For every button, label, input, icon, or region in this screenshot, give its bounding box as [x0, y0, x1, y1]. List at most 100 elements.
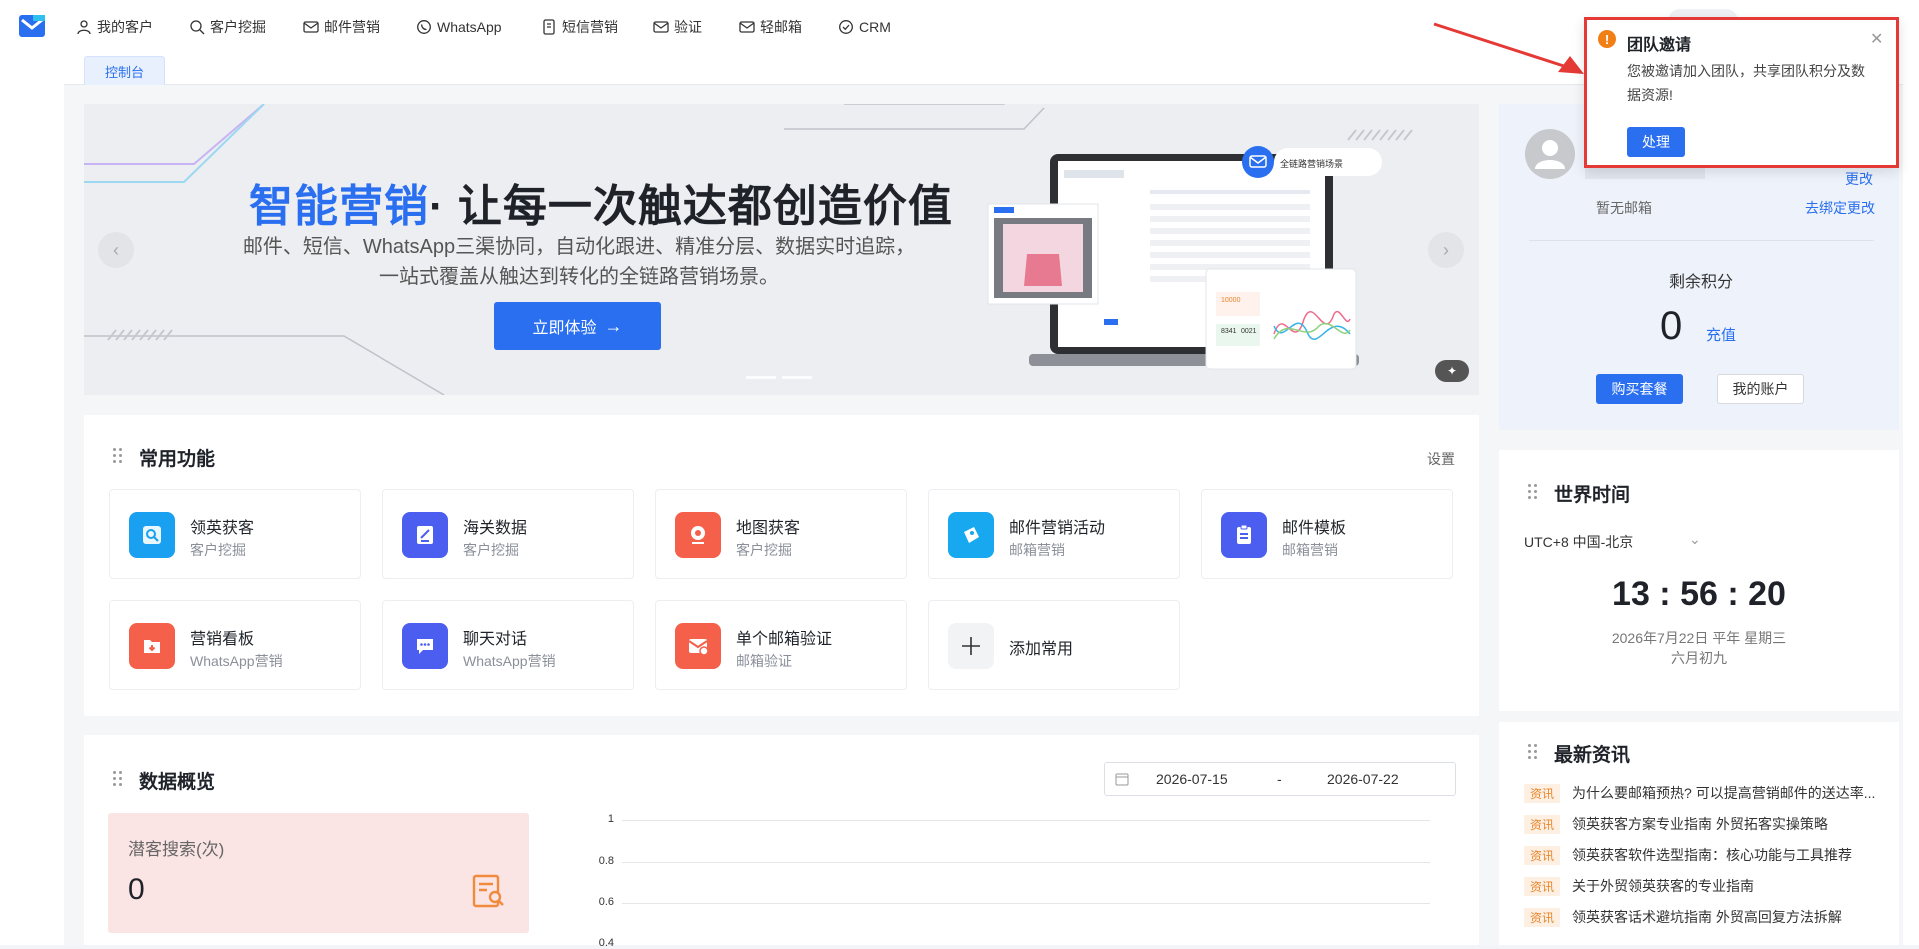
- func-category: WhatsApp营销: [190, 653, 283, 669]
- news-tag: 资讯: [1524, 783, 1561, 803]
- banner-title-rest: · 让每一次触达都创造价值: [429, 182, 953, 231]
- date-range-picker[interactable]: 2026-07-15 - 2026-07-22: [1104, 762, 1456, 796]
- chevron-down-icon: ⌄: [1689, 531, 1701, 547]
- func-category: 客户挖掘: [736, 542, 792, 558]
- nav-email-marketing[interactable]: 邮件营销: [303, 17, 380, 37]
- annotation-arrow-icon: [1433, 22, 1584, 74]
- func-name: 领英获客: [190, 520, 255, 537]
- nav-light-mail[interactable]: 轻邮箱: [739, 17, 802, 37]
- illustration-stat-c: 0021: [1241, 328, 1257, 335]
- func-tile-mail-template[interactable]: 邮件模板 邮箱营销: [1201, 489, 1453, 579]
- chart-gridline: [622, 820, 1430, 821]
- news-title: 最新资讯: [1554, 745, 1631, 766]
- try-now-button[interactable]: 立即体验 →: [494, 302, 661, 350]
- date-end[interactable]: 2026-07-22: [1327, 771, 1399, 787]
- arrow-right-icon: →: [604, 315, 623, 336]
- user-avatar-icon: [1535, 140, 1565, 169]
- timezone-select[interactable]: UTC+8 中国-北京 ⌄: [1524, 531, 1701, 552]
- nav-label: 验证: [674, 19, 702, 35]
- chart-tick-label: 0.8: [598, 855, 614, 867]
- nav-label: WhatsApp: [437, 19, 502, 35]
- world-time-title: 世界时间: [1554, 485, 1631, 506]
- drag-handle-icon[interactable]: [113, 771, 123, 787]
- news-headline: 关于外贸领英获客的专业指南: [1572, 878, 1755, 894]
- no-email-text: 暂无邮箱: [1596, 200, 1652, 216]
- nav-crm[interactable]: CRM: [838, 17, 891, 37]
- func-category: 客户挖掘: [190, 542, 246, 558]
- nav-whatsapp[interactable]: WhatsApp: [416, 17, 502, 37]
- func-tile-mail-verify[interactable]: 单个邮箱验证 邮箱验证: [655, 600, 907, 690]
- news-item[interactable]: 资讯 领英获客软件选型指南：核心功能与工具推荐: [1524, 844, 1884, 866]
- recharge-link[interactable]: 充值: [1706, 324, 1736, 345]
- my-account-button[interactable]: 我的账户: [1717, 374, 1804, 404]
- carousel-prev-button[interactable]: ‹: [98, 232, 134, 268]
- nav-label: 轻邮箱: [760, 19, 802, 35]
- nav-verify[interactable]: 验证: [653, 17, 702, 37]
- news-tag: 资讯: [1524, 845, 1561, 865]
- func-category: WhatsApp营销: [463, 653, 556, 669]
- chart-tick-label: 1: [607, 813, 614, 825]
- nav-label: 短信营销: [562, 19, 618, 35]
- func-category: 邮箱营销: [1009, 542, 1065, 558]
- func-category: 邮箱验证: [736, 653, 792, 669]
- close-icon[interactable]: ✕: [1870, 29, 1883, 49]
- chart-tick-label: 0.4: [598, 937, 614, 949]
- tab-console[interactable]: 控制台: [84, 56, 166, 85]
- news-item[interactable]: 资讯 为什么要邮箱预热? 可以提高营销邮件的送达率...: [1524, 782, 1884, 804]
- chat-icon: [402, 623, 448, 669]
- add-common-function-button[interactable]: 添加常用: [928, 600, 1180, 690]
- news-item[interactable]: 资讯 领英获客方案专业指南 外贸拓客实操策略: [1524, 813, 1884, 835]
- carousel-next-button[interactable]: ›: [1428, 232, 1464, 268]
- nav-label: 客户挖掘: [210, 19, 266, 35]
- func-tile-map[interactable]: 地图获客 客户挖掘: [655, 489, 907, 579]
- change-link[interactable]: 更改: [1845, 169, 1873, 189]
- bind-email-link[interactable]: 去绑定更改: [1805, 198, 1875, 218]
- carousel-indicators: [746, 376, 812, 379]
- laptop-illustration: [987, 146, 1382, 370]
- illustration-badge: 全链路营销场景: [1280, 159, 1344, 169]
- illustration-stat-b: 8341: [1221, 328, 1237, 335]
- clock-date: 2026年7月22日 平年 星期三: [1611, 630, 1787, 646]
- customs-data-icon: [402, 512, 448, 558]
- search-icon: [190, 20, 205, 35]
- date-start[interactable]: 2026-07-15: [1156, 771, 1228, 787]
- stat-label: 潜客搜索(次): [128, 840, 225, 859]
- mail-campaign-icon: [948, 512, 994, 558]
- buy-package-button[interactable]: 购买套餐: [1596, 374, 1683, 404]
- logo-icon[interactable]: [19, 15, 45, 37]
- func-category: 邮箱营销: [1282, 542, 1338, 558]
- carousel-dot[interactable]: [746, 376, 776, 379]
- avatar[interactable]: [1525, 129, 1575, 179]
- right-margin: [1903, 54, 1919, 945]
- news-item[interactable]: 资讯 领英获客话术避坑指南 外贸高回复方法拆解: [1524, 906, 1884, 928]
- nav-sms-marketing[interactable]: 短信营销: [541, 17, 618, 37]
- nav-customer-mining[interactable]: 客户挖掘: [189, 17, 266, 37]
- func-tile-marketing-board[interactable]: 营销看板 WhatsApp营销: [109, 600, 361, 690]
- light-mail-icon: [739, 21, 755, 33]
- func-tile-customs[interactable]: 海关数据 客户挖掘: [382, 489, 634, 579]
- news-item[interactable]: 资讯 关于外贸领英获客的专业指南: [1524, 875, 1884, 897]
- nav-my-customers[interactable]: 我的客户: [76, 17, 153, 37]
- plus-icon: [948, 623, 994, 669]
- handle-invitation-button[interactable]: 处理: [1627, 127, 1685, 157]
- clock-lunar-date: 六月初九: [1671, 650, 1727, 666]
- func-name: 营销看板: [190, 631, 255, 648]
- settings-link[interactable]: 设置: [1427, 449, 1455, 469]
- drag-handle-icon[interactable]: [1528, 744, 1538, 760]
- whatsapp-icon: [417, 20, 431, 34]
- stat-prospect-search[interactable]: 潜客搜索(次) 0: [108, 813, 529, 933]
- chart-tick-label: 0.6: [598, 896, 614, 908]
- func-tile-mail-campaign[interactable]: 邮件营销活动 邮箱营销: [928, 489, 1180, 579]
- carousel-dot[interactable]: [782, 376, 812, 379]
- divider: [1529, 240, 1874, 241]
- drag-handle-icon[interactable]: [1528, 484, 1538, 500]
- func-name: 海关数据: [463, 520, 528, 537]
- drag-handle-icon[interactable]: [113, 448, 123, 464]
- nav-label: CRM: [859, 19, 891, 35]
- func-tile-chat[interactable]: 聊天对话 WhatsApp营销: [382, 600, 634, 690]
- magic-wand-icon[interactable]: ✦: [1435, 360, 1469, 382]
- date-separator: -: [1277, 771, 1282, 787]
- timezone-value: UTC+8 中国-北京: [1524, 534, 1634, 550]
- func-tile-linkedin[interactable]: 领英获客 客户挖掘: [109, 489, 361, 579]
- search-document-icon: [472, 874, 504, 908]
